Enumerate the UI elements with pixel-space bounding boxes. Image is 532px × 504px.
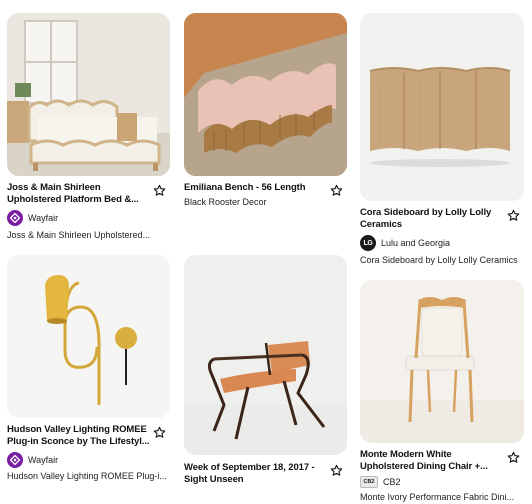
column-2: Emiliana Bench - 56 Length Black Rooster…	[184, 0, 347, 485]
pin-source[interactable]: Wayfair	[7, 452, 170, 468]
pin-title-row: Emiliana Bench - 56 Length	[184, 182, 347, 197]
sideboard-photo	[360, 13, 524, 201]
pin-description: Hudson Valley Lighting ROMEE Plug-i...	[7, 471, 167, 481]
pin-image-sconce[interactable]	[7, 255, 170, 418]
pin-image-bed[interactable]	[7, 13, 170, 176]
lounge-chair-photo	[184, 255, 347, 455]
pin-title[interactable]: Hudson Valley Lighting ROMEE Plug-in Sco…	[7, 424, 170, 447]
pin-source[interactable]: CB2 CB2	[360, 476, 524, 488]
pin-card-sideboard[interactable]: Cora Sideboard by Lolly Lolly Ceramics L…	[360, 0, 524, 266]
pin-card-chair[interactable]: Week of September 18, 2017 - Sight Unsee…	[184, 255, 347, 485]
save-star-icon[interactable]	[153, 426, 166, 439]
source-name: Wayfair	[28, 213, 59, 223]
pin-image-sideboard[interactable]	[360, 13, 524, 201]
pin-card-sconce[interactable]: Hudson Valley Lighting ROMEE Plug-in Sco…	[7, 255, 170, 482]
pin-description: Monte Ivory Performance Fabric Dini...	[360, 492, 515, 502]
pin-title[interactable]: Emiliana Bench - 56 Length	[184, 182, 347, 194]
save-star-icon[interactable]	[330, 464, 343, 477]
save-star-icon[interactable]	[153, 184, 166, 197]
bed-photo	[7, 13, 170, 176]
pin-image-bench[interactable]	[184, 13, 347, 176]
pin-title[interactable]: Cora Sideboard by Lolly Lolly Ceramics	[360, 207, 524, 230]
pin-source[interactable]: Wayfair	[7, 210, 170, 226]
wayfair-logo-icon	[7, 452, 23, 468]
dining-chair-photo	[360, 280, 524, 443]
source-name: Wayfair	[28, 455, 59, 465]
pin-title[interactable]: Monte Modern White Upholstered Dining Ch…	[360, 449, 524, 472]
pin-title-row: Cora Sideboard by Lolly Lolly Ceramics	[360, 207, 524, 230]
pin-subtitle: Black Rooster Decor	[184, 196, 267, 207]
pin-title[interactable]: Joss & Main Shirleen Upholstered Platfor…	[7, 182, 170, 205]
pin-card-bench[interactable]: Emiliana Bench - 56 Length Black Rooster…	[184, 0, 347, 208]
pin-source[interactable]: LG Lulu and Georgia	[360, 235, 524, 251]
column-1: Joss & Main Shirleen Upholstered Platfor…	[7, 0, 170, 481]
pin-title-row: Hudson Valley Lighting ROMEE Plug-in Sco…	[7, 424, 170, 447]
pin-description: Joss & Main Shirleen Upholstered...	[7, 230, 151, 240]
source-name: CB2	[383, 477, 401, 487]
wayfair-logo-icon	[7, 210, 23, 226]
save-star-icon[interactable]	[330, 184, 343, 197]
pin-image-dining-chair[interactable]	[360, 280, 524, 443]
bench-photo	[184, 13, 347, 176]
pin-image-lounge-chair[interactable]	[184, 255, 347, 455]
sconce-photo	[7, 255, 170, 418]
pin-title[interactable]: Week of September 18, 2017 - Sight Unsee…	[184, 462, 347, 485]
cb2-logo-icon: CB2	[360, 476, 378, 488]
pin-card-bed[interactable]: Joss & Main Shirleen Upholstered Platfor…	[7, 0, 170, 241]
pin-title-row: Monte Modern White Upholstered Dining Ch…	[360, 449, 524, 472]
save-star-icon[interactable]	[507, 209, 520, 222]
save-star-icon[interactable]	[507, 451, 520, 464]
source-name: Lulu and Georgia	[381, 238, 451, 248]
pin-title-row: Joss & Main Shirleen Upholstered Platfor…	[7, 182, 170, 205]
pin-title-row: Week of September 18, 2017 - Sight Unsee…	[184, 462, 347, 485]
pin-description: Cora Sideboard by Lolly Lolly Ceramics	[360, 255, 518, 265]
lulu-and-georgia-logo-icon: LG	[360, 235, 376, 251]
pin-card-dining-chair[interactable]: Monte Modern White Upholstered Dining Ch…	[360, 280, 524, 503]
column-3: Cora Sideboard by Lolly Lolly Ceramics L…	[360, 0, 524, 502]
